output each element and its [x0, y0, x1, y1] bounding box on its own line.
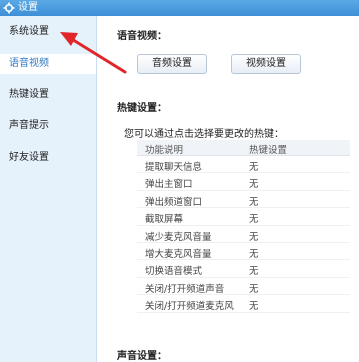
hotkey-heading: 热键设置： [117, 103, 167, 114]
voice-video-heading: 语音视频： [117, 31, 167, 42]
sidebar-item-system-settings[interactable]: 系统设置 [0, 22, 96, 42]
hotkey-value: 无 [249, 179, 259, 191]
hotkey-value: 无 [249, 162, 259, 173]
hotkey-hint: 您可以通过点击选择要更改的热键： [124, 129, 284, 140]
sidebar-item-voice-video[interactable]: 语音视频 [0, 54, 96, 74]
function-label: 关闭/打开频道声音 [145, 283, 225, 295]
function-label: 提取聊天信息 [145, 162, 203, 173]
hotkey-value: 无 [249, 266, 259, 278]
table-row[interactable]: 切换语音模式 无 [137, 260, 350, 278]
function-label: 弹出频道窗口 [145, 196, 203, 208]
table-header: 功能说明 热键设置 [137, 140, 350, 156]
sound-settings-heading: 声音设置： [117, 351, 167, 362]
table-row[interactable]: 提取聊天信息 无 [137, 156, 350, 174]
function-label: 切换语音模式 [145, 266, 203, 278]
hotkey-value: 无 [249, 214, 259, 226]
hotkey-value: 无 [249, 231, 259, 243]
sidebar-item-sound-alerts[interactable]: 声音提示 [0, 116, 96, 136]
audio-settings-button[interactable]: 音频设置 [137, 54, 207, 74]
settings-sidebar: 系统设置 语音视频 热键设置 声音提示 好友设置 [0, 16, 97, 362]
function-label: 截取屏幕 [145, 214, 184, 226]
table-row[interactable]: 截取屏幕 无 [137, 208, 350, 226]
settings-content: 语音视频： 音频设置 视频设置 热键设置： 您可以通过点击选择要更改的热键： 功… [97, 16, 359, 362]
table-row[interactable]: 减少麦克风音量 无 [137, 226, 350, 243]
hotkey-value: 无 [249, 248, 259, 260]
hotkey-value: 无 [249, 283, 259, 295]
table-row[interactable]: 弹出主窗口 无 [137, 173, 350, 191]
table-row[interactable]: 弹出频道窗口 无 [137, 191, 350, 209]
video-settings-button[interactable]: 视频设置 [231, 54, 301, 74]
gear-icon [3, 2, 15, 14]
window-title: 设置 [18, 2, 38, 13]
table-row[interactable]: 关闭/打开频道麦克风 无 [137, 295, 350, 313]
column-header-hotkey: 热键设置 [249, 145, 288, 156]
hotkey-value: 无 [249, 301, 259, 313]
hotkey-value: 无 [249, 196, 259, 208]
hotkey-table: 功能说明 热键设置 提取聊天信息 无 弹出主窗口 无 弹出频道窗口 无 截取屏幕… [137, 140, 350, 313]
sidebar-item-friend-settings[interactable]: 好友设置 [0, 148, 96, 168]
function-label: 关闭/打开频道麦克风 [145, 301, 234, 313]
title-bar: 设置 [0, 0, 359, 16]
function-label: 减少麦克风音量 [145, 231, 212, 243]
table-row[interactable]: 增大麦克风音量 无 [137, 243, 350, 261]
column-header-function: 功能说明 [145, 145, 184, 156]
table-row[interactable]: 关闭/打开频道声音 无 [137, 278, 350, 296]
function-label: 弹出主窗口 [145, 179, 193, 191]
sidebar-item-hotkeys[interactable]: 热键设置 [0, 85, 96, 105]
function-label: 增大麦克风音量 [145, 248, 212, 260]
